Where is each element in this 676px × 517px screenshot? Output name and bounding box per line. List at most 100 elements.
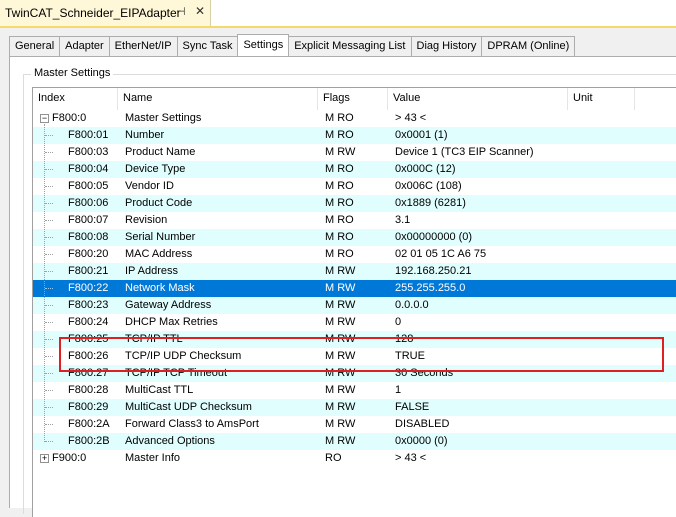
cell-flags: M RO <box>325 231 354 243</box>
column-unit[interactable]: Unit <box>568 88 635 110</box>
cell-value: 02 01 05 1C A6 75 <box>395 248 487 260</box>
column-flags[interactable]: Flags <box>318 88 388 110</box>
cell-index: F800:22 <box>68 282 109 294</box>
table-row[interactable]: F800:2B Advanced Options M RW 0x0000 (0) <box>33 433 676 450</box>
cell-value: 192.168.250.21 <box>395 265 472 277</box>
cell-flags: M RW <box>325 350 356 362</box>
table-row[interactable]: F800:21 IP Address M RW 192.168.250.21 <box>33 263 676 280</box>
cell-flags: M RW <box>325 367 356 379</box>
tab-general[interactable]: General <box>9 36 60 56</box>
cell-flags: M RO <box>325 197 354 209</box>
cell-name: Revision <box>125 214 168 226</box>
table-row[interactable]: F800:27 TCP/IP TCP Timeout M RW 30 Seconds <box>33 365 676 382</box>
cell-flags: M RW <box>325 418 356 430</box>
table-row[interactable]: F800:26 TCP/IP UDP Checksum M RW TRUE <box>33 348 676 365</box>
cell-index: F800:27 <box>68 367 109 379</box>
cell-flags: M RO <box>325 180 354 192</box>
cell-name: Vendor ID <box>125 180 174 192</box>
cell-value: 30 Seconds <box>395 367 454 379</box>
cell-index: F800:06 <box>68 197 109 209</box>
cell-flags: M RO <box>325 112 354 124</box>
cell-name: TCP/IP TCP Timeout <box>125 367 228 379</box>
tab-sync-task[interactable]: Sync Task <box>176 36 238 56</box>
table-row[interactable]: F800:01 Number M RO 0x0001 (1) <box>33 127 676 144</box>
cell-flags: M RW <box>325 435 356 447</box>
cell-value: DISABLED <box>395 418 450 430</box>
table-row[interactable]: F800:03 Product Name M RW Device 1 (TC3 EIP… <box>33 144 676 161</box>
cell-index: F800:04 <box>68 163 109 175</box>
table-row[interactable]: + F900:0 Master Info RO > 43 < <box>33 450 676 467</box>
cell-name: Master Info <box>125 452 181 464</box>
cell-flags: RO <box>325 452 342 464</box>
cell-value: > 43 < <box>395 452 427 464</box>
tab-dpram-online[interactable]: DPRAM (Online) <box>481 36 576 56</box>
document-tab-strip: TwinCAT_Schneider_EIPAdapter ⊣ ✕ <box>0 0 676 26</box>
cell-name: Network Mask <box>125 282 195 294</box>
table-row[interactable]: F800:23 Gateway Address M RW 0.0.0.0 <box>33 297 676 314</box>
cell-flags: M RO <box>325 248 354 260</box>
cell-flags: M RO <box>325 214 354 226</box>
cell-flags: M RO <box>325 129 354 141</box>
cell-index: F800:05 <box>68 180 109 192</box>
document-tab-title: TwinCAT_Schneider_EIPAdapter <box>5 6 181 20</box>
cell-value: Device 1 (TC3 EIP Scanner) <box>395 146 534 158</box>
table-row[interactable]: F800:05 Vendor ID M RO 0x006C (108) <box>33 178 676 195</box>
cell-value: 0x000C (12) <box>395 163 456 175</box>
cell-index: F800:08 <box>68 231 109 243</box>
tab-adapter[interactable]: Adapter <box>59 36 109 56</box>
tab-settings[interactable]: Settings <box>237 34 290 56</box>
table-row[interactable]: F800:04 Device Type M RO 0x000C (12) <box>33 161 676 178</box>
cell-flags: M RW <box>325 384 356 396</box>
cell-name: Product Code <box>125 197 193 209</box>
document-tab[interactable]: TwinCAT_Schneider_EIPAdapter ⊣ ✕ <box>0 0 211 26</box>
cell-name: Number <box>125 129 165 141</box>
cell-index: F800:25 <box>68 333 109 345</box>
cell-name: Master Settings <box>125 112 202 124</box>
table-row[interactable]: − F800:0 Master Settings M RO > 43 < <box>33 110 676 127</box>
property-tabs: General Adapter EtherNet/IP Sync Task Se… <box>9 34 576 56</box>
settings-list[interactable]: Index Name Flags Value Unit − F800:0 Maste… <box>32 87 676 517</box>
cell-index: F900:0 <box>52 452 87 464</box>
table-row[interactable]: F800:28 MultiCast TTL M RW 1 <box>33 382 676 399</box>
cell-value: 128 <box>395 333 414 345</box>
table-row[interactable]: F800:29 MultiCast UDP Checksum M RW FALSE <box>33 399 676 416</box>
cell-value: TRUE <box>395 350 425 362</box>
cell-index: F800:28 <box>68 384 109 396</box>
cell-name: Forward Class3 to AmsPort <box>125 418 259 430</box>
cell-index: F800:01 <box>68 129 109 141</box>
close-icon[interactable]: ✕ <box>195 4 205 18</box>
cell-value: 0x0000 (0) <box>395 435 448 447</box>
cell-value: 0.0.0.0 <box>395 299 429 311</box>
table-row[interactable]: F800:08 Serial Number M RO 0x00000000 (0) <box>33 229 676 246</box>
cell-value: 1 <box>395 384 402 396</box>
table-row[interactable]: F800:22 Network Mask M RW 255.255.255.0 <box>33 280 676 297</box>
table-row[interactable]: F800:24 DHCP Max Retries M RW 0 <box>33 314 676 331</box>
cell-name: IP Address <box>125 265 178 277</box>
cell-index: F800:23 <box>68 299 109 311</box>
tab-ethernet-ip[interactable]: EtherNet/IP <box>108 36 177 56</box>
cell-index: F800:07 <box>68 214 109 226</box>
column-name[interactable]: Name <box>118 88 318 110</box>
cell-name: DHCP Max Retries <box>125 316 218 328</box>
cell-index: F800:03 <box>68 146 109 158</box>
cell-flags: M RW <box>325 401 356 413</box>
cell-index: F800:21 <box>68 265 109 277</box>
rows-container: − F800:0 Master Settings M RO > 43 < F800:01 N… <box>33 110 676 467</box>
tree-line <box>44 124 45 442</box>
cell-value: 0 <box>395 316 402 328</box>
cell-flags: M RW <box>325 282 356 294</box>
table-row[interactable]: F800:06 Product Code M RO 0x1889 (6281) <box>33 195 676 212</box>
column-header: Index Name Flags Value Unit <box>33 88 676 110</box>
column-value[interactable]: Value <box>388 88 568 110</box>
table-row[interactable]: F800:2A Forward Class3 to AmsPort M RW DISA… <box>33 416 676 433</box>
cell-value: 255.255.255.0 <box>395 282 466 294</box>
pin-icon[interactable]: ⊣ <box>176 5 186 18</box>
tab-diag-history[interactable]: Diag History <box>410 36 482 56</box>
settings-panel: Master Settings Index Name Flags Value U… <box>9 56 676 517</box>
table-row[interactable]: F800:20 MAC Address M RO 02 01 05 1C A6 75 <box>33 246 676 263</box>
table-row[interactable]: F800:07 Revision M RO 3.1 <box>33 212 676 229</box>
table-row[interactable]: F800:25 TCP/IP TTL M RW 128 <box>33 331 676 348</box>
column-index[interactable]: Index <box>33 88 118 110</box>
master-settings-group: Master Settings Index Name Flags Value U… <box>23 67 676 517</box>
tab-explicit-messaging-list[interactable]: Explicit Messaging List <box>289 36 411 56</box>
